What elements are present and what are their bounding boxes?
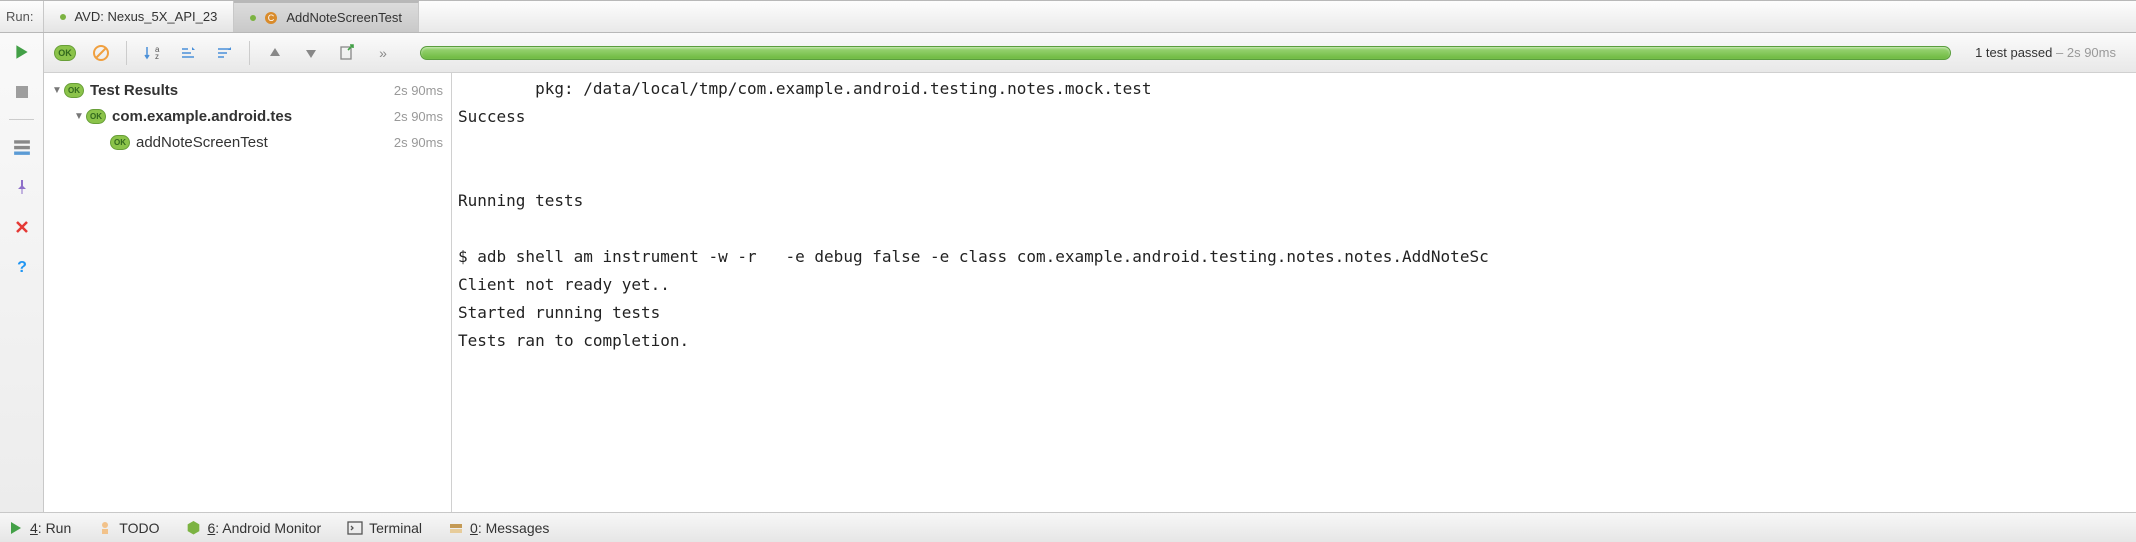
next-failed-button[interactable] <box>298 40 324 66</box>
more-button[interactable]: » <box>370 40 396 66</box>
tab-label: AddNoteScreenTest <box>286 10 402 25</box>
sort-button[interactable]: az <box>139 40 165 66</box>
tree-label: addNoteScreenTest <box>136 134 388 151</box>
test-toolbar: OK az <box>44 33 2136 73</box>
terminal-icon <box>347 520 363 536</box>
layout-button[interactable] <box>9 134 35 160</box>
tree-time: 2s 90ms <box>394 83 443 98</box>
status-dot-icon <box>250 15 256 21</box>
expand-all-button[interactable] <box>175 40 201 66</box>
help-button[interactable]: ? <box>9 254 35 280</box>
android-icon: ⬢ <box>185 520 201 536</box>
prev-failed-button[interactable] <box>262 40 288 66</box>
status-text: 1 test passed – 2s 90ms <box>1975 45 2128 60</box>
status-duration: 2s 90ms <box>2067 45 2116 60</box>
passed-count: 1 test passed <box>1975 45 2052 60</box>
rerun-button[interactable] <box>9 39 35 65</box>
center-column: OK az <box>44 33 2136 512</box>
stop-button[interactable] <box>9 79 35 105</box>
svg-text:z: z <box>155 52 159 61</box>
chevron-right-icon: » <box>379 45 387 61</box>
status-dash: – <box>2052 45 2066 60</box>
test-class-icon: C <box>264 11 278 25</box>
svg-text:?: ? <box>17 259 27 275</box>
show-ignored-button[interactable] <box>88 40 114 66</box>
tree-package[interactable]: ▼ OK com.example.android.tes 2s 90ms <box>44 103 451 129</box>
ok-badge-icon: OK <box>86 109 106 124</box>
show-passed-button[interactable]: OK <box>52 40 78 66</box>
bottom-terminal-button[interactable]: Terminal <box>347 520 422 536</box>
ok-badge-icon: OK <box>110 135 130 150</box>
tree-label: com.example.android.tes <box>112 108 388 125</box>
status-dot-icon <box>60 14 66 20</box>
tree-root[interactable]: ▼ OK Test Results 2s 90ms <box>44 77 451 103</box>
pin-button[interactable] <box>9 174 35 200</box>
main-area: ? OK az <box>0 33 2136 512</box>
console-output[interactable]: pkg: /data/local/tmp/com.example.android… <box>452 73 2136 512</box>
bottom-android-monitor-button[interactable]: ⬢ 6: Android Monitor <box>185 520 321 536</box>
export-results-button[interactable] <box>334 40 360 66</box>
separator <box>126 41 127 65</box>
close-button[interactable] <box>9 214 35 240</box>
run-label: Run: <box>0 1 43 32</box>
test-tree: ▼ OK Test Results 2s 90ms ▼ OK com.examp… <box>44 73 452 512</box>
separator <box>9 119 35 120</box>
todo-icon <box>97 520 113 536</box>
chevron-down-icon[interactable]: ▼ <box>72 111 86 122</box>
chevron-down-icon[interactable]: ▼ <box>50 85 64 96</box>
tab-label: AVD: Nexus_5X_API_23 <box>74 9 217 24</box>
progress-bar <box>420 46 1951 60</box>
tree-time: 2s 90ms <box>394 109 443 124</box>
tab-test-config[interactable]: C AddNoteScreenTest <box>234 1 419 32</box>
separator <box>249 41 250 65</box>
tree-time: 2s 90ms <box>394 135 443 150</box>
tree-label: Test Results <box>90 82 388 99</box>
ok-badge-icon: OK <box>54 45 76 61</box>
ok-badge-icon: OK <box>64 83 84 98</box>
bottom-label: Terminal <box>369 520 422 536</box>
run-tool-window: Run: AVD: Nexus_5X_API_23 C AddNoteScree… <box>0 0 2136 542</box>
bottom-label: TODO <box>119 520 159 536</box>
svg-text:C: C <box>268 13 275 23</box>
bottom-todo-button[interactable]: TODO <box>97 520 159 536</box>
bottom-tool-bar: 4: Run TODO ⬢ 6: Android Monitor Termina… <box>0 512 2136 542</box>
messages-icon <box>448 520 464 536</box>
left-rail: ? <box>0 33 44 512</box>
tree-test-method[interactable]: OK addNoteScreenTest 2s 90ms <box>44 129 451 155</box>
run-tab-strip: Run: AVD: Nexus_5X_API_23 C AddNoteScree… <box>0 1 2136 33</box>
tab-avd[interactable]: AVD: Nexus_5X_API_23 <box>43 1 234 32</box>
play-icon <box>8 520 24 536</box>
bottom-run-button[interactable]: 4: Run <box>8 520 71 536</box>
body-split: ▼ OK Test Results 2s 90ms ▼ OK com.examp… <box>44 73 2136 512</box>
collapse-all-button[interactable] <box>211 40 237 66</box>
bottom-messages-button[interactable]: 0: Messages <box>448 520 549 536</box>
